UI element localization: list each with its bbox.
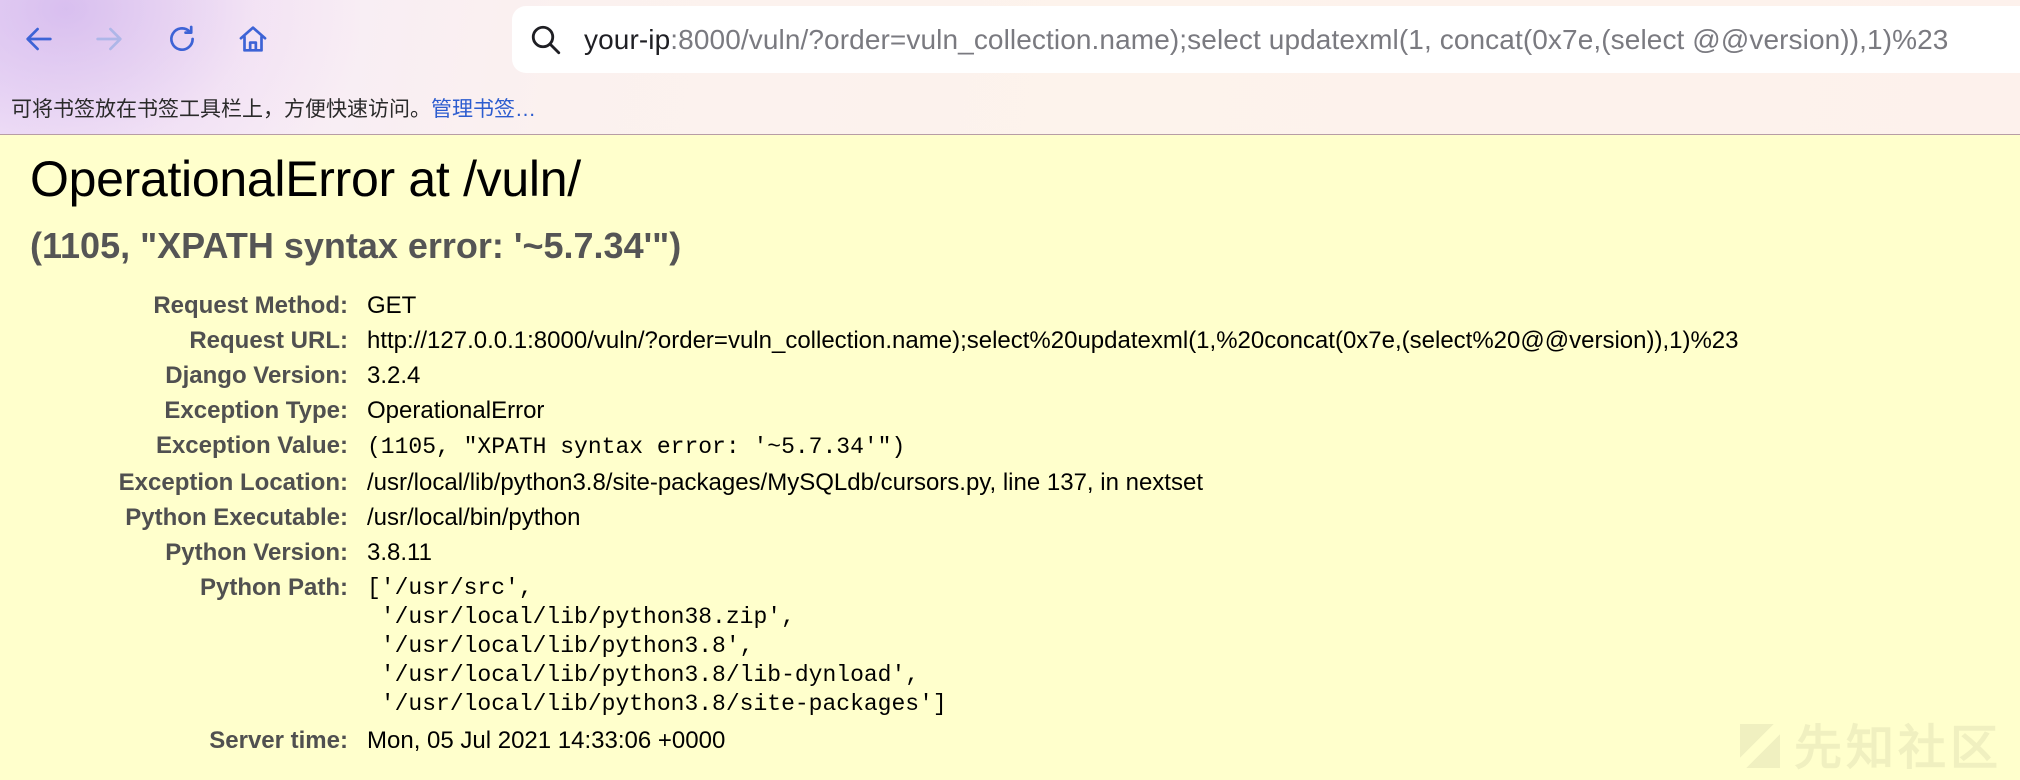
bookmarks-toolbar: 可将书签放在书签工具栏上，方便快速访问。管理书签… bbox=[11, 93, 536, 123]
meta-row-exception-type: Exception Type: OperationalError bbox=[0, 397, 2020, 431]
search-icon bbox=[531, 25, 561, 54]
meta-label: Python Version: bbox=[165, 539, 348, 566]
meta-label: Request Method: bbox=[153, 292, 348, 319]
meta-row-request-method: Request Method: GET bbox=[0, 292, 2020, 326]
manage-bookmarks-link[interactable]: 管理书签… bbox=[431, 98, 536, 121]
back-button[interactable] bbox=[18, 18, 60, 60]
arrow-right-icon bbox=[96, 27, 122, 51]
meta-value: 3.8.11 bbox=[367, 539, 432, 566]
reload-icon bbox=[170, 25, 194, 51]
meta-value: OperationalError bbox=[367, 397, 545, 424]
meta-label: Python Path: bbox=[200, 574, 348, 601]
address-bar[interactable]: your-ip:8000/vuln/?order=vuln_collection… bbox=[512, 6, 2020, 73]
meta-label: Server time: bbox=[209, 727, 348, 754]
arrow-left-icon bbox=[26, 27, 52, 51]
meta-value: 3.2.4 bbox=[367, 362, 421, 389]
python-path-entry: '/usr/local/lib/python3.8/site-packages'… bbox=[367, 691, 947, 717]
page-title: OperationalError at /vuln/ bbox=[30, 151, 581, 207]
watermark-text: 先知社区 bbox=[1794, 722, 2003, 775]
meta-row-exception-value: Exception Value: (1105, "XPATH syntax er… bbox=[0, 432, 2020, 466]
meta-value: Mon, 05 Jul 2021 14:33:06 +0000 bbox=[367, 727, 726, 754]
address-bar-url[interactable]: your-ip:8000/vuln/?order=vuln_collection… bbox=[584, 24, 1948, 56]
bookmarks-hint: 可将书签放在书签工具栏上，方便快速访问。 bbox=[11, 98, 431, 121]
watermark-logo-icon bbox=[1740, 724, 1780, 768]
python-path-list: ['/usr/src', '/usr/local/lib/python38.zi… bbox=[367, 574, 947, 719]
meta-row-python-version: Python Version: 3.8.11 bbox=[0, 539, 2020, 573]
forward-button[interactable] bbox=[88, 18, 130, 60]
meta-label: Exception Value: bbox=[155, 432, 348, 459]
meta-label: Django Version: bbox=[165, 362, 348, 389]
meta-row-request-url: Request URL: http://127.0.0.1:8000/vuln/… bbox=[0, 327, 2020, 361]
watermark: 先知社区 bbox=[1740, 708, 2002, 778]
meta-label: Python Executable: bbox=[125, 504, 348, 531]
meta-label: Exception Location: bbox=[118, 469, 348, 496]
python-path-entry: '/usr/local/lib/python38.zip', bbox=[367, 604, 795, 630]
meta-value: (1105, "XPATH syntax error: '~5.7.34'") bbox=[367, 434, 906, 460]
meta-row-django-version: Django Version: 3.2.4 bbox=[0, 362, 2020, 396]
error-subtitle: (1105, "XPATH syntax error: '~5.7.34'") bbox=[30, 225, 682, 266]
url-host: your-ip bbox=[584, 23, 671, 55]
meta-label: Exception Type: bbox=[164, 397, 348, 424]
home-button[interactable] bbox=[232, 18, 274, 60]
python-path-entry: '/usr/local/lib/python3.8', bbox=[367, 633, 754, 659]
meta-value: /usr/local/lib/python3.8/site-packages/M… bbox=[367, 469, 1203, 496]
meta-label: Request URL: bbox=[189, 327, 348, 354]
browser-chrome: your-ip:8000/vuln/?order=vuln_collection… bbox=[0, 0, 2020, 135]
python-path-entry: '/usr/local/lib/python3.8/lib-dynload', bbox=[367, 662, 920, 688]
reload-button[interactable] bbox=[161, 18, 203, 60]
meta-row-exception-location: Exception Location: /usr/local/lib/pytho… bbox=[0, 469, 2020, 503]
home-icon bbox=[239, 26, 267, 52]
meta-row-python-executable: Python Executable: /usr/local/bin/python bbox=[0, 504, 2020, 538]
meta-value: /usr/local/bin/python bbox=[367, 504, 581, 531]
url-path: :8000/vuln/?order=vuln_collection.name);… bbox=[670, 23, 1949, 55]
meta-value: http://127.0.0.1:8000/vuln/?order=vuln_c… bbox=[367, 327, 1739, 354]
meta-row-server-time: Server time: Mon, 05 Jul 2021 14:33:06 +… bbox=[0, 727, 2020, 761]
meta-value: GET bbox=[367, 292, 417, 319]
meta-row-python-path: Python Path: ['/usr/src', '/usr/local/li… bbox=[0, 574, 2020, 724]
python-path-entry: ['/usr/src', bbox=[367, 575, 533, 601]
